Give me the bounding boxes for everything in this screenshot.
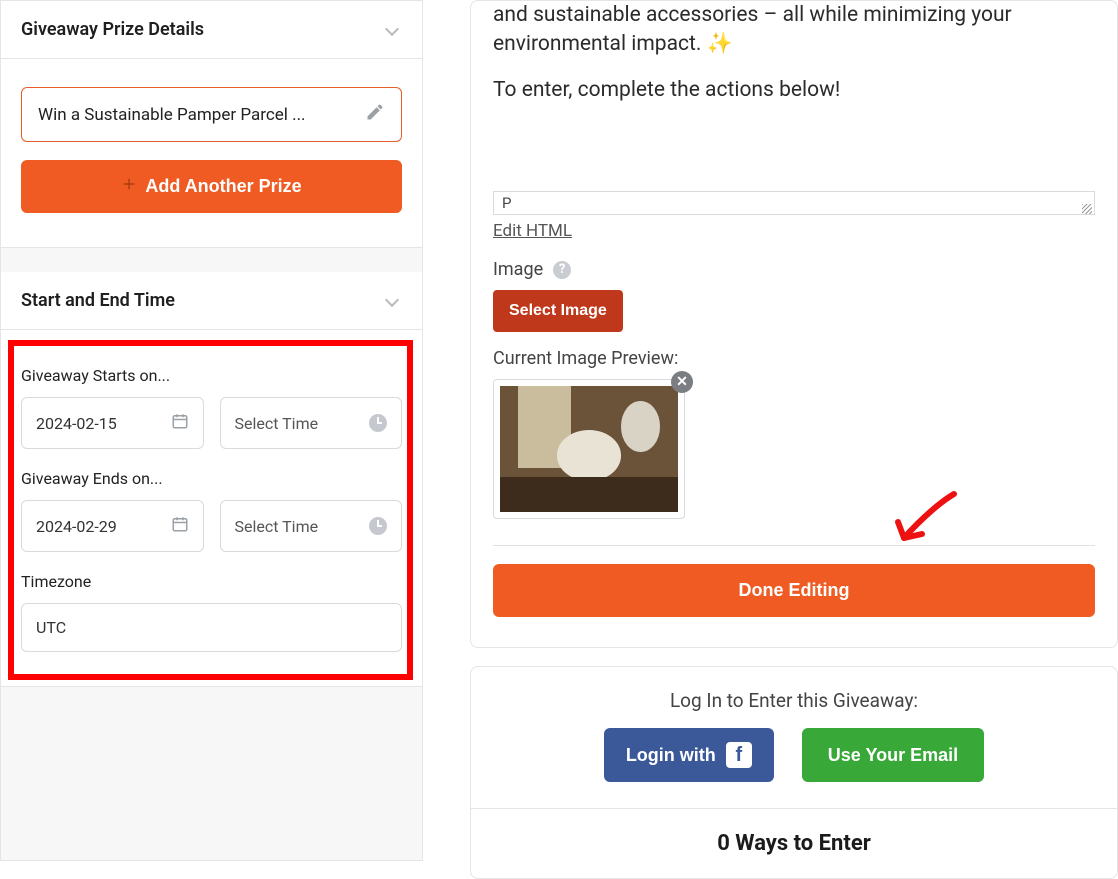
editor-card: and sustainable accessories – all while … — [470, 0, 1118, 648]
prize-item[interactable]: Win a Sustainable Pamper Parcel ... — [21, 87, 402, 142]
image-preview — [493, 379, 685, 519]
description-editor[interactable]: and sustainable accessories – all while … — [471, 1, 1117, 191]
start-time-input[interactable]: Select Time — [220, 397, 403, 449]
editor-status-bar: P — [493, 191, 1095, 215]
ends-on-label: Giveaway Ends on... — [21, 469, 402, 488]
end-date-value: 2024-02-29 — [36, 517, 117, 536]
current-image-preview-label: Current Image Preview: — [493, 348, 1095, 369]
end-time-placeholder: Select Time — [235, 517, 319, 536]
start-time-placeholder: Select Time — [235, 414, 319, 433]
end-date-input[interactable]: 2024-02-29 — [21, 500, 204, 552]
status-tag: P — [502, 194, 511, 212]
time-panel-body: Giveaway Starts on... 2024-02-15 Select … — [1, 330, 422, 687]
chevron-down-icon — [384, 21, 402, 39]
add-another-prize-button[interactable]: Add Another Prize — [21, 160, 402, 213]
start-date-value: 2024-02-15 — [36, 414, 117, 433]
desc-paragraph-2: To enter, complete the actions below! — [493, 76, 1095, 105]
edit-html-link[interactable]: Edit HTML — [493, 221, 572, 241]
timezone-select[interactable]: UTC — [21, 603, 402, 652]
timezone-label: Timezone — [21, 572, 402, 591]
login-title: Log In to Enter this Giveaway: — [471, 667, 1117, 728]
close-icon: ✕ — [676, 374, 688, 390]
pencil-icon[interactable] — [365, 102, 385, 127]
ways-to-enter-header: 0 Ways to Enter — [471, 808, 1117, 878]
prize-details-body: Win a Sustainable Pamper Parcel ... Add … — [1, 59, 422, 248]
login-card: Log In to Enter this Giveaway: Login wit… — [470, 666, 1118, 879]
login-facebook-button[interactable]: Login with f — [604, 728, 774, 782]
settings-sidebar: Giveaway Prize Details Win a Sustainable… — [0, 0, 423, 861]
prize-name-text: Win a Sustainable Pamper Parcel ... — [38, 105, 306, 125]
panel-gap — [1, 248, 422, 272]
plus-icon — [121, 176, 137, 197]
remove-image-button[interactable]: ✕ — [671, 371, 693, 393]
chevron-down-icon — [384, 292, 402, 310]
facebook-icon: f — [726, 742, 752, 768]
image-label: Image — [493, 259, 543, 280]
main-editor-area: and sustainable accessories – all while … — [470, 0, 1118, 861]
clock-icon — [369, 414, 387, 432]
select-image-button[interactable]: Select Image — [493, 290, 623, 332]
start-date-input[interactable]: 2024-02-15 — [21, 397, 204, 449]
login-email-button[interactable]: Use Your Email — [802, 728, 984, 782]
end-time-input[interactable]: Select Time — [220, 500, 403, 552]
time-panel-title: Start and End Time — [21, 290, 175, 311]
login-fb-label: Login with — [626, 745, 716, 766]
timezone-value: UTC — [36, 618, 66, 637]
starts-on-label: Giveaway Starts on... — [21, 366, 402, 385]
resize-handle-icon[interactable] — [1080, 202, 1092, 214]
done-editing-button[interactable]: Done Editing — [493, 564, 1095, 617]
calendar-icon — [171, 412, 189, 434]
divider — [493, 545, 1095, 546]
calendar-icon — [171, 515, 189, 537]
desc-paragraph-1: and sustainable accessories – all while … — [493, 1, 1095, 60]
prize-details-title: Giveaway Prize Details — [21, 19, 204, 40]
image-thumbnail — [500, 386, 678, 512]
image-preview-wrap: ✕ — [493, 379, 685, 519]
prize-details-header[interactable]: Giveaway Prize Details — [1, 1, 422, 59]
help-icon[interactable]: ? — [553, 261, 571, 279]
time-panel-header[interactable]: Start and End Time — [1, 272, 422, 330]
add-prize-label: Add Another Prize — [145, 176, 301, 197]
clock-icon — [369, 517, 387, 535]
